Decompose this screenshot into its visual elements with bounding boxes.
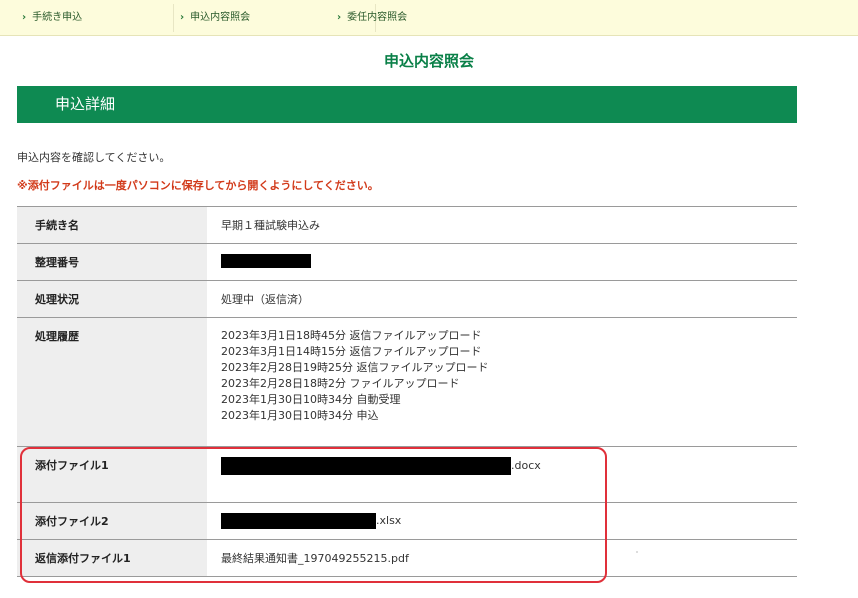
history-list: 2023年3月1日18時45分 返信ファイルアップロード 2023年3月1日14…: [207, 317, 797, 447]
history-label: 処理履歴: [17, 317, 207, 447]
redacted-block: [221, 513, 376, 529]
attachment1-label: 添付ファイル1: [17, 446, 207, 503]
application-detail-table: 手続き名 早期１種試験申込み 整理番号 処理状況 処理中（返信済） 処理履歴 2…: [17, 206, 797, 577]
attachment2-value: .xlsx: [207, 502, 797, 540]
attachment2-link[interactable]: .xlsx: [221, 513, 402, 529]
reply-attachment-label: 返信添付ファイル1: [17, 539, 207, 577]
history-entry: 2023年3月1日18時45分 返信ファイルアップロード: [221, 329, 482, 342]
nav-item-application[interactable]: › 手続き申込: [22, 0, 82, 36]
redacted-block: [221, 457, 511, 475]
section-header: 申込詳細: [17, 86, 797, 123]
nav-item-label: 委任内容照会: [347, 12, 408, 23]
table-row: 処理履歴 2023年3月1日18時45分 返信ファイルアップロード 2023年3…: [17, 317, 797, 447]
table-row: 添付ファイル1 .docx: [17, 446, 797, 503]
procedure-name-value: 早期１種試験申込み: [207, 206, 797, 244]
history-entry: 2023年2月28日19時25分 返信ファイルアップロード: [221, 361, 489, 374]
procedure-name-label: 手続き名: [17, 206, 207, 244]
history-entry: 2023年3月1日14時15分 返信ファイルアップロード: [221, 345, 482, 358]
chevron-right-icon: ›: [180, 12, 185, 23]
history-entry: 2023年2月28日18時2分 ファイルアップロード: [221, 377, 460, 390]
attachment2-extension: .xlsx: [376, 514, 402, 527]
table-row: 添付ファイル2 .xlsx: [17, 502, 797, 540]
history-entry: 2023年1月30日10時34分 申込: [221, 409, 379, 422]
instruction-text: 申込内容を確認してください。: [17, 151, 171, 164]
attachment1-link[interactable]: .docx: [221, 457, 541, 475]
reply-attachment-link[interactable]: 最終結果通知書_197049255215.pdf: [207, 539, 797, 577]
reference-number-value: [207, 243, 797, 281]
chevron-right-icon: ›: [337, 12, 342, 23]
nav-item-application-inquiry[interactable]: › 申込内容照会: [180, 0, 250, 36]
nav-item-delegation-inquiry[interactable]: › 委任内容照会: [337, 0, 407, 36]
top-navigation: › 手続き申込 › 申込内容照会 › 委任内容照会: [0, 0, 858, 36]
attachment1-value: .docx: [207, 446, 797, 503]
nav-item-label: 申込内容照会: [190, 12, 251, 23]
attachment-warning: ※添付ファイルは一度パソコンに保存してから開くようにしてください。: [17, 179, 379, 192]
chevron-right-icon: ›: [22, 12, 27, 23]
status-label: 処理状況: [17, 280, 207, 318]
redacted-block: [221, 254, 311, 268]
table-row: 整理番号: [17, 243, 797, 281]
attachment2-label: 添付ファイル2: [17, 502, 207, 540]
nav-item-label: 手続き申込: [32, 12, 83, 23]
status-value: 処理中（返信済）: [207, 280, 797, 318]
nav-divider: [173, 4, 174, 32]
history-entry: 2023年1月30日10時34分 自動受理: [221, 393, 401, 406]
table-row: 手続き名 早期１種試験申込み: [17, 206, 797, 244]
table-row: 処理状況 処理中（返信済）: [17, 280, 797, 318]
page-title: 申込内容照会: [383, 52, 474, 70]
stray-dot: [636, 551, 638, 553]
reference-number-label: 整理番号: [17, 243, 207, 281]
table-row: 返信添付ファイル1 最終結果通知書_197049255215.pdf: [17, 539, 797, 577]
attachment1-extension: .docx: [511, 459, 541, 472]
